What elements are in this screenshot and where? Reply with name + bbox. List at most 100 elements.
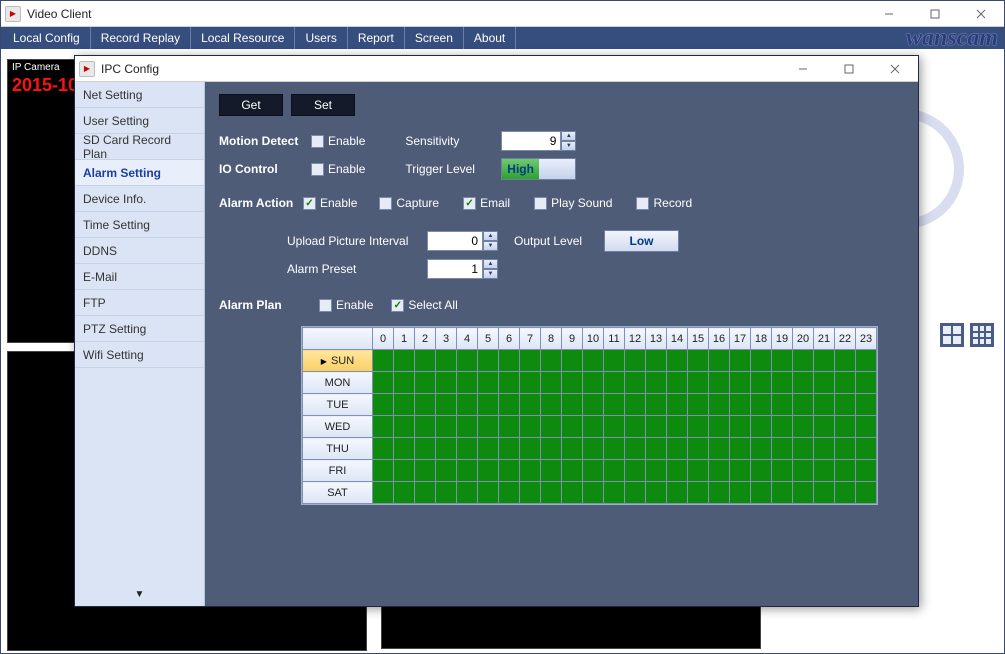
plan-cell[interactable] <box>520 482 541 504</box>
alarm-plan-enable-checkbox[interactable]: Enable <box>319 298 373 312</box>
plan-cell[interactable] <box>457 416 478 438</box>
grid-layout-3x3-icon[interactable] <box>970 323 994 347</box>
plan-cell[interactable] <box>709 460 730 482</box>
plan-cell[interactable] <box>373 372 394 394</box>
plan-cell[interactable] <box>646 350 667 372</box>
sensitivity-input[interactable]: ▲▼ <box>501 131 576 151</box>
plan-cell[interactable] <box>814 438 835 460</box>
plan-cell[interactable] <box>373 350 394 372</box>
plan-cell[interactable] <box>562 416 583 438</box>
plan-hour-16[interactable]: 16 <box>709 328 730 350</box>
plan-cell[interactable] <box>415 372 436 394</box>
plan-hour-17[interactable]: 17 <box>730 328 751 350</box>
plan-cell[interactable] <box>415 460 436 482</box>
plan-cell[interactable] <box>499 372 520 394</box>
plan-cell[interactable] <box>415 394 436 416</box>
plan-cell[interactable] <box>751 416 772 438</box>
sidebar-item-e-mail[interactable]: E-Mail <box>75 264 204 290</box>
sidebar-item-time-setting[interactable]: Time Setting <box>75 212 204 238</box>
plan-hour-4[interactable]: 4 <box>457 328 478 350</box>
plan-hour-20[interactable]: 20 <box>793 328 814 350</box>
sidebar-item-net-setting[interactable]: Net Setting <box>75 82 204 108</box>
plan-cell[interactable] <box>457 394 478 416</box>
plan-cell[interactable] <box>436 372 457 394</box>
plan-cell[interactable] <box>478 394 499 416</box>
plan-cell[interactable] <box>835 460 856 482</box>
plan-cell[interactable] <box>667 438 688 460</box>
plan-hour-1[interactable]: 1 <box>394 328 415 350</box>
plan-cell[interactable] <box>709 438 730 460</box>
plan-cell[interactable] <box>625 350 646 372</box>
plan-cell[interactable] <box>604 350 625 372</box>
plan-cell[interactable] <box>730 438 751 460</box>
down-arrow-icon[interactable]: ▼ <box>483 269 498 279</box>
plan-cell[interactable] <box>373 394 394 416</box>
plan-hour-2[interactable]: 2 <box>415 328 436 350</box>
plan-cell[interactable] <box>499 460 520 482</box>
plan-cell[interactable] <box>373 416 394 438</box>
plan-cell[interactable] <box>457 372 478 394</box>
plan-hour-12[interactable]: 12 <box>625 328 646 350</box>
plan-cell[interactable] <box>688 416 709 438</box>
plan-cell[interactable] <box>688 372 709 394</box>
plan-cell[interactable] <box>583 372 604 394</box>
plan-cell[interactable] <box>730 372 751 394</box>
output-level-button[interactable]: Low <box>604 230 679 252</box>
plan-cell[interactable] <box>772 372 793 394</box>
plan-cell[interactable] <box>751 460 772 482</box>
plan-cell[interactable] <box>562 394 583 416</box>
plan-cell[interactable] <box>583 416 604 438</box>
plan-day-thu[interactable]: THU <box>303 438 373 460</box>
plan-cell[interactable] <box>583 438 604 460</box>
plan-day-tue[interactable]: TUE <box>303 394 373 416</box>
menu-item-local-resource[interactable]: Local Resource <box>191 27 295 49</box>
plan-cell[interactable] <box>394 482 415 504</box>
plan-hour-15[interactable]: 15 <box>688 328 709 350</box>
plan-cell[interactable] <box>583 350 604 372</box>
sidebar-item-alarm-setting[interactable]: Alarm Setting <box>75 160 204 186</box>
grid-layout-2x2-icon[interactable] <box>940 323 964 347</box>
plan-hour-3[interactable]: 3 <box>436 328 457 350</box>
plan-cell[interactable] <box>562 350 583 372</box>
plan-hour-19[interactable]: 19 <box>772 328 793 350</box>
up-arrow-icon[interactable]: ▲ <box>561 131 576 141</box>
plan-cell[interactable] <box>835 350 856 372</box>
plan-cell[interactable] <box>625 372 646 394</box>
plan-cell[interactable] <box>415 438 436 460</box>
plan-day-wed[interactable]: WED <box>303 416 373 438</box>
plan-cell[interactable] <box>436 482 457 504</box>
plan-cell[interactable] <box>814 416 835 438</box>
plan-cell[interactable] <box>541 416 562 438</box>
plan-cell[interactable] <box>604 482 625 504</box>
plan-cell[interactable] <box>835 438 856 460</box>
plan-cell[interactable] <box>478 482 499 504</box>
plan-cell[interactable] <box>709 482 730 504</box>
alarm-preset-field[interactable] <box>427 259 483 279</box>
plan-cell[interactable] <box>856 482 877 504</box>
sidebar-item-wifi-setting[interactable]: Wifi Setting <box>75 342 204 368</box>
alarm-opt-email-checkbox[interactable]: Email <box>463 196 510 210</box>
menu-item-record-replay[interactable]: Record Replay <box>91 27 191 49</box>
sidebar-item-ftp[interactable]: FTP <box>75 290 204 316</box>
plan-cell[interactable] <box>394 372 415 394</box>
plan-cell[interactable] <box>394 438 415 460</box>
plan-cell[interactable] <box>730 460 751 482</box>
dialog-max-button[interactable] <box>826 56 872 82</box>
plan-cell[interactable] <box>835 482 856 504</box>
plan-cell[interactable] <box>688 482 709 504</box>
plan-cell[interactable] <box>793 460 814 482</box>
plan-cell[interactable] <box>625 416 646 438</box>
plan-cell[interactable] <box>730 416 751 438</box>
plan-cell[interactable] <box>772 394 793 416</box>
plan-day-sun[interactable]: ▶SUN <box>303 350 373 372</box>
plan-cell[interactable] <box>667 372 688 394</box>
plan-cell[interactable] <box>772 350 793 372</box>
plan-cell[interactable] <box>772 482 793 504</box>
io-enable-checkbox[interactable]: Enable <box>311 162 365 176</box>
plan-cell[interactable] <box>436 350 457 372</box>
menu-item-users[interactable]: Users <box>295 27 347 49</box>
plan-cell[interactable] <box>625 438 646 460</box>
plan-cell[interactable] <box>520 372 541 394</box>
plan-cell[interactable] <box>541 394 562 416</box>
plan-cell[interactable] <box>751 394 772 416</box>
